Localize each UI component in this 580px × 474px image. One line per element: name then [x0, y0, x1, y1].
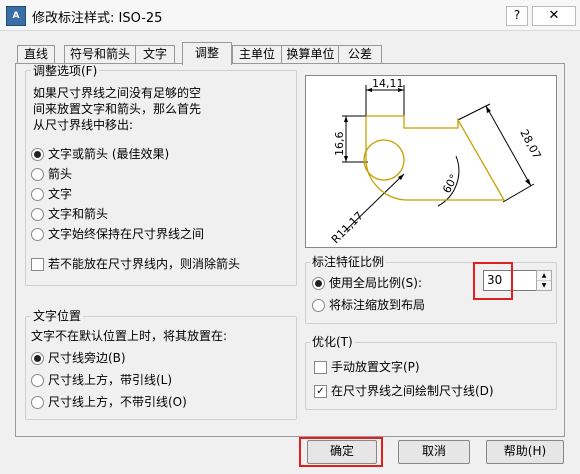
dim-radius-text: R11,17 [329, 209, 366, 246]
scale-legend: 标注特征比例 [310, 255, 387, 269]
checkbox-manual-text-label[interactable]: 手动放置文字(P) [331, 360, 420, 374]
overall-scale-spinner[interactable]: ▲ ▼ [536, 270, 552, 291]
radio-use-overall-scale-label[interactable]: 使用全局比例(S): [329, 276, 422, 290]
checkbox-suppress-arrows[interactable] [31, 258, 44, 271]
tab-lines[interactable]: 直线 [17, 45, 55, 64]
preview-drawing: 14,11 16,6 28,07 60° R11,17 [329, 77, 544, 246]
checkbox-manual-text[interactable] [314, 361, 327, 374]
radio-text[interactable] [31, 188, 44, 201]
title-bar: A 修改标注样式: ISO-25 ? ✕ [0, 0, 580, 31]
dim-right-text: 28,07 [517, 127, 543, 161]
dim-angle-text: 60° [440, 172, 461, 195]
part-outline [363, 115, 506, 201]
dimension-preview: 14,11 16,6 28,07 60° R11,17 [305, 75, 557, 248]
fine-tuning-group [305, 342, 557, 410]
radio-arrows[interactable] [31, 168, 44, 181]
checkbox-draw-dim-line[interactable]: ✓ [314, 385, 327, 398]
radio-beside-dim-line[interactable] [31, 352, 44, 365]
radio-both-text-and-arrows[interactable] [31, 208, 44, 221]
tab-alternate-units[interactable]: 换算单位 [281, 45, 340, 64]
radio-always-keep-text[interactable] [31, 228, 44, 241]
window-title: 修改标注样式: ISO-25 [32, 11, 163, 26]
radio-over-dim-line-with-leader-label[interactable]: 尺寸线上方，带引线(L) [48, 373, 172, 387]
fit-options-legend: 调整选项(F) [31, 64, 100, 78]
text-placement-legend: 文字位置 [31, 309, 84, 323]
radio-use-overall-scale[interactable] [312, 277, 325, 290]
radio-over-dim-line-without-leader[interactable] [31, 396, 44, 409]
radio-scale-to-layout-label[interactable]: 将标注缩放到布局 [329, 298, 425, 312]
fit-options-description-line3: 从尺寸界线中移出: [33, 118, 134, 132]
dim-left-text: 16,6 [333, 132, 346, 157]
radio-text-label[interactable]: 文字 [48, 187, 72, 201]
radio-beside-dim-line-label[interactable]: 尺寸线旁边(B) [48, 351, 126, 365]
help-button[interactable]: 帮助(H) [486, 440, 564, 464]
autocad-app-icon: A [6, 6, 26, 26]
radio-text-or-arrows[interactable] [31, 148, 44, 161]
radio-text-or-arrows-label[interactable]: 文字或箭头 (最佳效果) [48, 147, 169, 161]
title-help-button[interactable]: ? [506, 6, 528, 26]
radio-scale-to-layout[interactable] [312, 299, 325, 312]
highlight-box-ok [299, 437, 383, 467]
tab-fit[interactable]: 调整 [182, 42, 232, 65]
tab-primary-units[interactable]: 主单位 [232, 45, 282, 64]
radio-both-text-and-arrows-label[interactable]: 文字和箭头 [48, 207, 108, 221]
close-button[interactable]: ✕ [532, 6, 576, 26]
fit-options-description-line2: 间来放置文字和箭头，那么首先 [33, 102, 202, 116]
cancel-button[interactable]: 取消 [398, 440, 470, 464]
spin-up-icon[interactable]: ▲ [537, 271, 551, 281]
highlight-box-scale [473, 262, 513, 300]
fine-tuning-legend: 优化(T) [310, 335, 355, 349]
radio-over-dim-line-with-leader[interactable] [31, 374, 44, 387]
radio-arrows-label[interactable]: 箭头 [48, 167, 72, 181]
radio-always-keep-text-label[interactable]: 文字始终保持在尺寸界线之间 [48, 227, 204, 241]
text-placement-description: 文字不在默认位置上时，将其放置在: [31, 329, 228, 343]
checkbox-suppress-arrows-label[interactable]: 若不能放在尺寸界线内，则消除箭头 [48, 257, 240, 271]
spin-down-icon[interactable]: ▼ [537, 281, 551, 290]
tab-tolerances[interactable]: 公差 [338, 45, 382, 64]
checkbox-draw-dim-line-label[interactable]: 在尺寸界线之间绘制尺寸线(D) [331, 384, 494, 398]
tab-text[interactable]: 文字 [135, 45, 175, 64]
tab-symbols-arrows[interactable]: 符号和箭头 [64, 45, 136, 64]
fit-options-description-line1: 如果尺寸界线之间没有足够的空 [33, 86, 202, 100]
dim-top-text: 14,11 [372, 77, 404, 90]
radio-over-dim-line-without-leader-label[interactable]: 尺寸线上方，不带引线(O) [48, 395, 187, 409]
